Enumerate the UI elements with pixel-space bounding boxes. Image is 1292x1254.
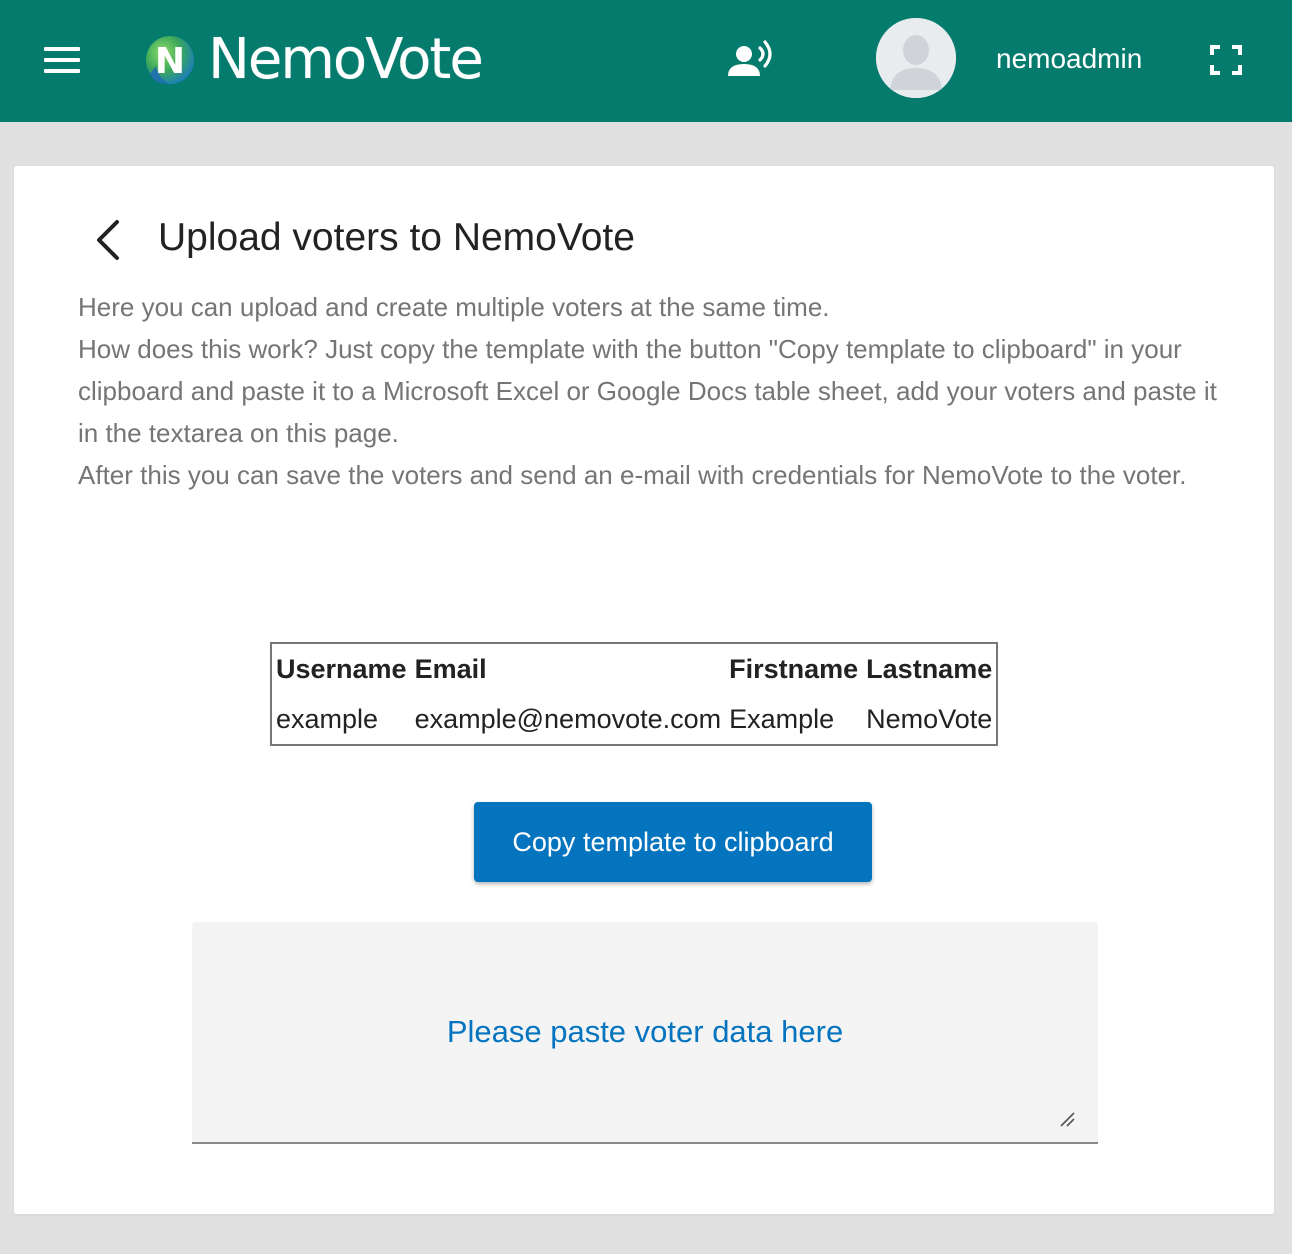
column-header-username: Username: [276, 653, 407, 684]
intro-paragraph: After this you can save the voters and s…: [78, 460, 1187, 490]
username-label[interactable]: nemoadmin: [996, 40, 1142, 78]
intro-paragraph: How does this work? Just copy the templa…: [78, 334, 1217, 448]
menu-bar-line: [44, 47, 80, 51]
voter-template-table: Username Email Firstname Lastname exampl…: [270, 642, 999, 746]
menu-bar-line: [44, 58, 80, 62]
table-cell-lastname: NemoVote: [866, 703, 993, 734]
record-voice-over-icon[interactable]: [722, 36, 780, 84]
logo-wordmark: NemoVote: [208, 27, 484, 92]
hamburger-menu-icon[interactable]: [36, 36, 88, 84]
intro-text: Here you can upload and create multiple …: [78, 286, 1228, 496]
upload-voters-card: Upload voters to NemoVote Here you can u…: [14, 166, 1274, 1214]
column-header-firstname: Firstname: [729, 653, 859, 684]
table-header-row: Username Email Firstname Lastname: [272, 644, 996, 694]
logo-letter: N: [155, 41, 185, 82]
top-app-bar: N NemoVote nemoadmin: [0, 0, 1292, 122]
user-avatar[interactable]: [876, 18, 956, 98]
nemovote-logo-icon: N: [144, 34, 196, 86]
default-user-avatar-icon: [876, 18, 956, 98]
paste-area-container: [192, 922, 1098, 1144]
nemovote-logo[interactable]: N NemoVote: [144, 27, 484, 92]
copy-template-button[interactable]: Copy template to clipboard: [474, 802, 872, 882]
chevron-left-icon[interactable]: [86, 214, 130, 266]
page-title: Upload voters to NemoVote: [158, 216, 635, 259]
intro-paragraph: Here you can upload and create multiple …: [78, 292, 830, 322]
table-row: example example@nemovote.com Example Nem…: [272, 694, 996, 744]
table-cell-username: example: [276, 703, 379, 734]
fullscreen-icon[interactable]: [1204, 38, 1248, 82]
table-cell-email: example@nemovote.com: [414, 703, 722, 734]
menu-bar-line: [44, 69, 80, 73]
table-cell-firstname: Example: [729, 703, 835, 734]
column-header-email: Email: [414, 653, 487, 684]
resize-grip-icon[interactable]: [1058, 1110, 1076, 1128]
voter-data-textarea[interactable]: [192, 922, 1098, 1142]
column-header-lastname: Lastname: [866, 653, 993, 684]
